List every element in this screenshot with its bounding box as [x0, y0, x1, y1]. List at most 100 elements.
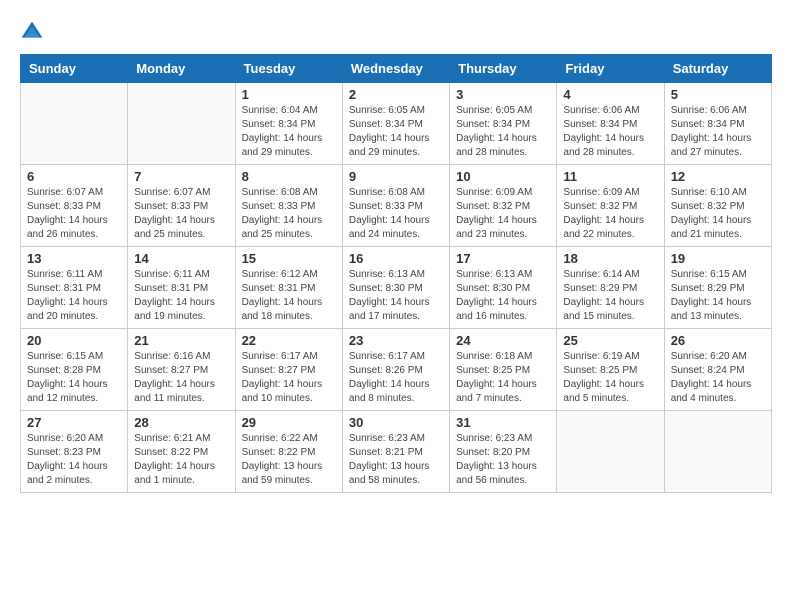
- day-number: 17: [456, 251, 550, 266]
- day-detail: Sunrise: 6:19 AM Sunset: 8:25 PM Dayligh…: [563, 350, 657, 406]
- calendar-day-cell: 19Sunrise: 6:15 AM Sunset: 8:29 PM Dayli…: [664, 247, 771, 329]
- day-detail: Sunrise: 6:17 AM Sunset: 8:27 PM Dayligh…: [242, 350, 336, 406]
- day-number: 4: [563, 87, 657, 102]
- calendar-day-cell: 20 Sunrise: 6:15 AM Sunset: 8:28 PM Dayli…: [21, 329, 128, 411]
- calendar-day-cell: 1 Sunrise: 6:04 AM Sunset: 8:34 PM Daylig…: [235, 83, 342, 165]
- day-detail: Sunrise: 6:10 AM Sunset: 8:32 PM Dayligh…: [671, 186, 765, 242]
- day-detail: Sunrise: 6:14 AM Sunset: 8:29 PM Dayligh…: [563, 268, 657, 324]
- day-detail: Sunrise: 6:12 AM Sunset: 8:31 PM Dayligh…: [242, 268, 336, 324]
- day-number: 30: [349, 415, 443, 430]
- day-detail: Sunrise: 6:15 AM Sunset: 8:28 PM Dayligh…: [27, 350, 121, 406]
- day-detail: Sunrise: 6:09 AM Sunset: 8:32 PM Dayligh…: [563, 186, 657, 242]
- day-detail: Sunrise: 6:13 AM Sunset: 8:30 PM Dayligh…: [456, 268, 550, 324]
- calendar-day-cell: 21 Sunrise: 6:16 AM Sunset: 8:27 PM Dayli…: [128, 329, 235, 411]
- day-detail: Sunrise: 6:20 AM Sunset: 8:23 PM Dayligh…: [27, 432, 121, 488]
- calendar-header-row: SundayMondayTuesdayWednesdayThursdayFrid…: [21, 55, 772, 83]
- day-detail: Sunrise: 6:13 AM Sunset: 8:30 PM Dayligh…: [349, 268, 443, 324]
- calendar-day-cell: 4 Sunrise: 6:06 AM Sunset: 8:34 PM Daylig…: [557, 83, 664, 165]
- day-detail: Sunrise: 6:16 AM Sunset: 8:27 PM Dayligh…: [134, 350, 228, 406]
- day-number: 13: [27, 251, 121, 266]
- calendar-day-cell: 3 Sunrise: 6:05 AM Sunset: 8:34 PM Daylig…: [450, 83, 557, 165]
- day-detail: Sunrise: 6:04 AM Sunset: 8:34 PM Dayligh…: [242, 104, 336, 160]
- day-detail: Sunrise: 6:23 AM Sunset: 8:21 PM Dayligh…: [349, 432, 443, 488]
- calendar-week-row: 6 Sunrise: 6:07 AM Sunset: 8:33 PM Daylig…: [21, 165, 772, 247]
- weekday-header: Sunday: [21, 55, 128, 83]
- day-detail: Sunrise: 6:07 AM Sunset: 8:33 PM Dayligh…: [134, 186, 228, 242]
- day-number: 8: [242, 169, 336, 184]
- calendar-day-cell: 7 Sunrise: 6:07 AM Sunset: 8:33 PM Daylig…: [128, 165, 235, 247]
- day-number: 11: [563, 169, 657, 184]
- calendar-day-cell: 18Sunrise: 6:14 AM Sunset: 8:29 PM Dayli…: [557, 247, 664, 329]
- day-number: 20: [27, 333, 121, 348]
- calendar-day-cell: [128, 83, 235, 165]
- calendar-week-row: 13 Sunrise: 6:11 AM Sunset: 8:31 PM Dayli…: [21, 247, 772, 329]
- day-detail: Sunrise: 6:20 AM Sunset: 8:24 PM Dayligh…: [671, 350, 765, 406]
- day-detail: Sunrise: 6:23 AM Sunset: 8:20 PM Dayligh…: [456, 432, 550, 488]
- calendar-day-cell: 8 Sunrise: 6:08 AM Sunset: 8:33 PM Daylig…: [235, 165, 342, 247]
- calendar-day-cell: 6 Sunrise: 6:07 AM Sunset: 8:33 PM Daylig…: [21, 165, 128, 247]
- day-number: 15: [242, 251, 336, 266]
- day-number: 27: [27, 415, 121, 430]
- calendar-day-cell: 17 Sunrise: 6:13 AM Sunset: 8:30 PM Dayli…: [450, 247, 557, 329]
- calendar-day-cell: 11 Sunrise: 6:09 AM Sunset: 8:32 PM Dayli…: [557, 165, 664, 247]
- calendar-day-cell: 9Sunrise: 6:08 AM Sunset: 8:33 PM Daylig…: [342, 165, 449, 247]
- day-detail: Sunrise: 6:18 AM Sunset: 8:25 PM Dayligh…: [456, 350, 550, 406]
- calendar-week-row: 20 Sunrise: 6:15 AM Sunset: 8:28 PM Dayli…: [21, 329, 772, 411]
- day-number: 16: [349, 251, 443, 266]
- day-number: 1: [242, 87, 336, 102]
- calendar-day-cell: 15 Sunrise: 6:12 AM Sunset: 8:31 PM Dayli…: [235, 247, 342, 329]
- weekday-header: Thursday: [450, 55, 557, 83]
- day-detail: Sunrise: 6:11 AM Sunset: 8:31 PM Dayligh…: [134, 268, 228, 324]
- day-detail: Sunrise: 6:09 AM Sunset: 8:32 PM Dayligh…: [456, 186, 550, 242]
- calendar-day-cell: 26Sunrise: 6:20 AM Sunset: 8:24 PM Dayli…: [664, 329, 771, 411]
- calendar-day-cell: 10Sunrise: 6:09 AM Sunset: 8:32 PM Dayli…: [450, 165, 557, 247]
- day-detail: Sunrise: 6:15 AM Sunset: 8:29 PM Dayligh…: [671, 268, 765, 324]
- page-header: [20, 20, 772, 44]
- calendar-day-cell: 23Sunrise: 6:17 AM Sunset: 8:26 PM Dayli…: [342, 329, 449, 411]
- calendar-day-cell: 13 Sunrise: 6:11 AM Sunset: 8:31 PM Dayli…: [21, 247, 128, 329]
- calendar-day-cell: [557, 411, 664, 493]
- calendar-day-cell: [664, 411, 771, 493]
- weekday-header: Friday: [557, 55, 664, 83]
- day-detail: Sunrise: 6:07 AM Sunset: 8:33 PM Dayligh…: [27, 186, 121, 242]
- logo-icon: [20, 20, 44, 44]
- calendar-day-cell: 12 Sunrise: 6:10 AM Sunset: 8:32 PM Dayli…: [664, 165, 771, 247]
- logo: [20, 20, 48, 44]
- day-number: 5: [671, 87, 765, 102]
- calendar-day-cell: 30 Sunrise: 6:23 AM Sunset: 8:21 PM Dayli…: [342, 411, 449, 493]
- calendar-week-row: 1 Sunrise: 6:04 AM Sunset: 8:34 PM Daylig…: [21, 83, 772, 165]
- day-number: 14: [134, 251, 228, 266]
- day-detail: Sunrise: 6:17 AM Sunset: 8:26 PM Dayligh…: [349, 350, 443, 406]
- day-detail: Sunrise: 6:08 AM Sunset: 8:33 PM Dayligh…: [242, 186, 336, 242]
- day-detail: Sunrise: 6:05 AM Sunset: 8:34 PM Dayligh…: [349, 104, 443, 160]
- calendar-table: SundayMondayTuesdayWednesdayThursdayFrid…: [20, 54, 772, 493]
- calendar-day-cell: 22Sunrise: 6:17 AM Sunset: 8:27 PM Dayli…: [235, 329, 342, 411]
- calendar-day-cell: 27 Sunrise: 6:20 AM Sunset: 8:23 PM Dayli…: [21, 411, 128, 493]
- day-number: 24: [456, 333, 550, 348]
- calendar-day-cell: 2 Sunrise: 6:05 AM Sunset: 8:34 PM Daylig…: [342, 83, 449, 165]
- calendar-day-cell: 24 Sunrise: 6:18 AM Sunset: 8:25 PM Dayli…: [450, 329, 557, 411]
- weekday-header: Monday: [128, 55, 235, 83]
- day-number: 3: [456, 87, 550, 102]
- day-number: 12: [671, 169, 765, 184]
- day-number: 2: [349, 87, 443, 102]
- calendar-day-cell: [21, 83, 128, 165]
- weekday-header: Wednesday: [342, 55, 449, 83]
- calendar-day-cell: 25 Sunrise: 6:19 AM Sunset: 8:25 PM Dayli…: [557, 329, 664, 411]
- calendar-day-cell: 31Sunrise: 6:23 AM Sunset: 8:20 PM Dayli…: [450, 411, 557, 493]
- day-number: 7: [134, 169, 228, 184]
- calendar-day-cell: 28Sunrise: 6:21 AM Sunset: 8:22 PM Dayli…: [128, 411, 235, 493]
- weekday-header: Tuesday: [235, 55, 342, 83]
- calendar-day-cell: 5Sunrise: 6:06 AM Sunset: 8:34 PM Daylig…: [664, 83, 771, 165]
- day-detail: Sunrise: 6:11 AM Sunset: 8:31 PM Dayligh…: [27, 268, 121, 324]
- calendar-day-cell: 29Sunrise: 6:22 AM Sunset: 8:22 PM Dayli…: [235, 411, 342, 493]
- day-detail: Sunrise: 6:05 AM Sunset: 8:34 PM Dayligh…: [456, 104, 550, 160]
- day-detail: Sunrise: 6:06 AM Sunset: 8:34 PM Dayligh…: [563, 104, 657, 160]
- calendar-day-cell: 16 Sunrise: 6:13 AM Sunset: 8:30 PM Dayli…: [342, 247, 449, 329]
- day-number: 21: [134, 333, 228, 348]
- calendar-week-row: 27 Sunrise: 6:20 AM Sunset: 8:23 PM Dayli…: [21, 411, 772, 493]
- day-number: 25: [563, 333, 657, 348]
- day-number: 6: [27, 169, 121, 184]
- day-number: 29: [242, 415, 336, 430]
- weekday-header: Saturday: [664, 55, 771, 83]
